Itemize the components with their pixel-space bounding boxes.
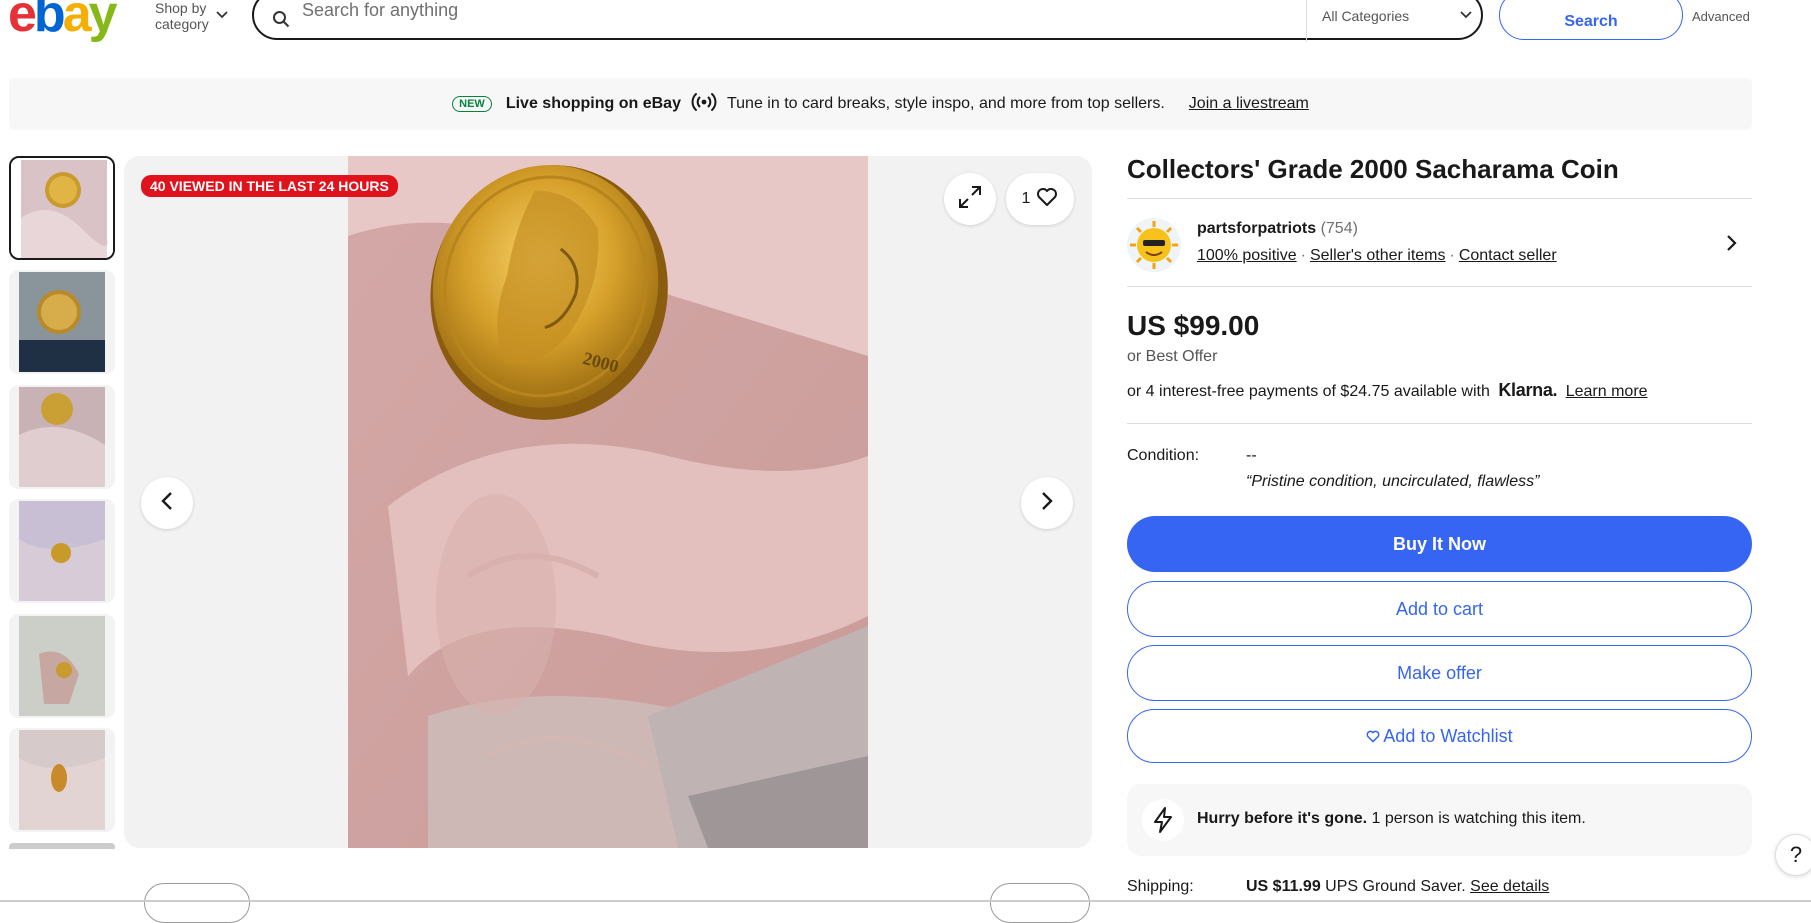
add-to-watchlist-button[interactable]: Add to Watchlist: [1127, 709, 1752, 763]
chevron-down-icon[interactable]: [216, 8, 228, 22]
gallery-thumbnail[interactable]: [9, 385, 115, 489]
expand-image-button[interactable]: [944, 173, 996, 225]
buy-it-now-button[interactable]: Buy It Now: [1127, 516, 1752, 572]
shipping-service: UPS Ground Saver.: [1320, 878, 1471, 895]
watch-count: 1: [1021, 190, 1031, 207]
best-offer-text: or Best Offer: [1127, 348, 1218, 365]
ebay-logo[interactable]: ebay: [8, 0, 118, 40]
seller-name-line[interactable]: partsforpatriots (754): [1197, 220, 1358, 238]
klarna-payment-line: or 4 interest-free payments of $24.75 av…: [1127, 380, 1648, 401]
advanced-search-link[interactable]: Advanced: [1692, 9, 1750, 24]
seller-other-items-link[interactable]: Seller's other items: [1310, 247, 1446, 264]
banner-text: Tune in to card breaks, style inspo, and…: [726, 95, 1165, 112]
chevron-right-icon[interactable]: [1725, 232, 1739, 259]
help-button[interactable]: ?: [1775, 834, 1811, 876]
expand-icon: [957, 184, 983, 215]
heart-icon: [1036, 187, 1058, 212]
divider: [1127, 423, 1752, 424]
watchlist-label: Add to Watchlist: [1383, 725, 1513, 746]
separator-dot: ·: [1449, 247, 1455, 264]
seller-avatar[interactable]: [1127, 218, 1181, 272]
gallery-thumbnail[interactable]: [9, 270, 115, 374]
klarna-logo: Klarna.: [1498, 380, 1558, 400]
lightning-icon: [1142, 799, 1184, 841]
add-to-cart-button[interactable]: Add to cart: [1127, 581, 1752, 637]
urgency-text: Hurry before it's gone. 1 person is watc…: [1197, 810, 1586, 828]
urgency-bold: Hurry before it's gone.: [1197, 810, 1368, 827]
shipping-price: US $11.99: [1246, 878, 1321, 895]
live-shopping-banner: NEW Live shopping on eBay Tune in to car…: [9, 78, 1752, 130]
shipping-value: US $11.99 UPS Ground Saver. See details: [1246, 878, 1549, 896]
learn-more-link[interactable]: Learn more: [1566, 383, 1648, 400]
main-product-image[interactable]: 2000: [348, 156, 868, 848]
divider: [1127, 286, 1752, 287]
watch-count-button[interactable]: 1: [1006, 173, 1074, 225]
seller-name[interactable]: partsforpatriots: [1197, 220, 1316, 237]
search-input[interactable]: [302, 0, 1302, 21]
price: US $99.00: [1127, 310, 1260, 341]
urgency-detail: 1 person is watching this item.: [1367, 810, 1586, 827]
gallery-thumbnail-partial: [9, 843, 115, 849]
search-icon: [272, 10, 290, 33]
contact-seller-link[interactable]: Contact seller: [1459, 247, 1557, 264]
new-badge: NEW: [452, 96, 492, 112]
search-bar: All Categories: [252, 0, 1483, 42]
make-offer-button[interactable]: Make offer: [1127, 645, 1752, 701]
seller-feedback-count: (754): [1320, 220, 1358, 237]
shipping-label: Shipping:: [1127, 878, 1194, 895]
chevron-left-icon: [160, 490, 174, 517]
viewed-count-badge: 40 VIEWED IN THE LAST 24 HOURS: [141, 175, 398, 197]
seller-links: 100% positive · Seller's other items · Conta…: [1197, 247, 1557, 265]
broadcast-icon: [691, 92, 717, 117]
positive-feedback-link[interactable]: 100% positive: [1197, 247, 1297, 264]
condition-label: Condition:: [1127, 447, 1200, 464]
join-livestream-link[interactable]: Join a livestream: [1189, 95, 1309, 113]
help-icon: ?: [1789, 842, 1803, 867]
gallery-thumbnail[interactable]: [9, 614, 115, 718]
category-select[interactable]: All Categories: [1322, 8, 1409, 24]
divider: [1127, 198, 1752, 199]
banner-title: Live shopping on eBay: [505, 95, 681, 112]
shop-by-label-line1: Shop by: [155, 0, 207, 16]
heart-icon: [1366, 730, 1380, 743]
next-image-button[interactable]: [1021, 477, 1073, 529]
gallery-thumbnail[interactable]: [9, 499, 115, 603]
listing-title: Collectors' Grade 2000 Sacharama Coin: [1127, 154, 1619, 184]
shop-by-category-button[interactable]: Shop by category: [155, 0, 209, 32]
see-details-link[interactable]: See details: [1470, 878, 1549, 895]
klarna-text: or 4 interest-free payments of $24.75 av…: [1127, 383, 1490, 400]
separator-dot: ·: [1300, 247, 1306, 264]
search-button[interactable]: Search: [1499, 0, 1683, 40]
main-image-gallery: 2000: [124, 156, 1092, 848]
gallery-pill-button[interactable]: [990, 883, 1090, 923]
gallery-thumbnail[interactable]: [9, 728, 115, 832]
gallery-pill-button[interactable]: [144, 883, 250, 923]
gallery-thumbnail[interactable]: [9, 156, 115, 260]
chevron-down-icon[interactable]: [1460, 7, 1472, 22]
previous-image-button[interactable]: [141, 477, 193, 529]
condition-value: --: [1246, 447, 1257, 464]
chevron-right-icon: [1040, 490, 1054, 517]
shop-by-label-line2: category: [155, 16, 209, 32]
condition-note: “Pristine condition, uncirculated, flawl…: [1246, 473, 1540, 490]
divider: [1306, 0, 1307, 42]
